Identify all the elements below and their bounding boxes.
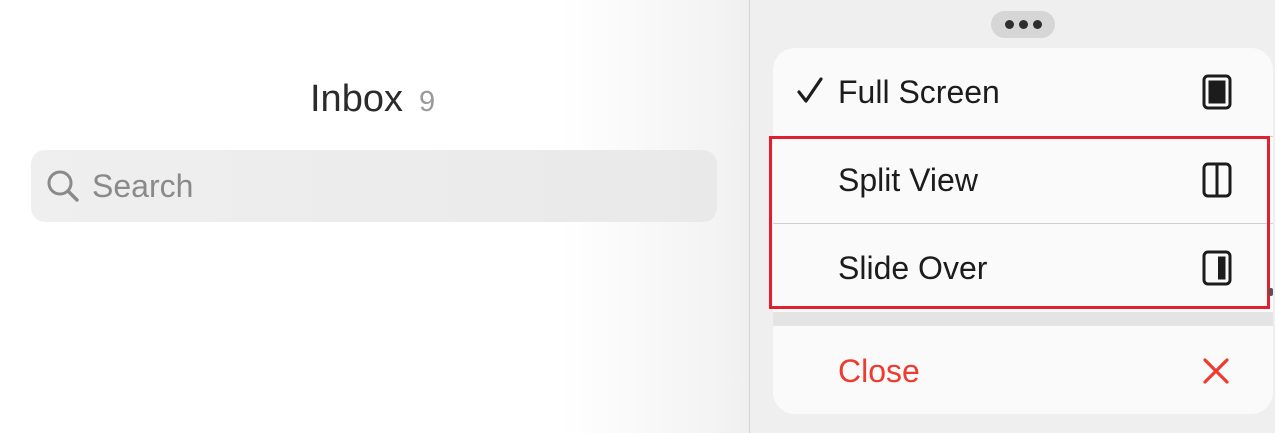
pane-divider [749,0,750,433]
ellipsis-icon[interactable] [991,11,1055,38]
menu-group-gap [773,312,1273,326]
search-icon [47,170,79,202]
search-input[interactable] [92,156,652,216]
page-title: Inbox [310,78,403,120]
ellipsis-dot [1032,20,1042,29]
inbox-header: Inbox 9 [310,78,435,124]
edge-indicator [1269,288,1273,296]
menu-item-label: Full Screen [838,73,1000,110]
full-screen-icon [1202,74,1232,110]
close-icon [1203,358,1229,384]
search-bar[interactable] [31,150,717,222]
unread-count: 9 [418,86,436,118]
checkmark-icon [797,77,823,103]
menu-item-full-screen[interactable]: Full Screen [773,48,1273,136]
highlight-annotation [769,136,1270,309]
ellipsis-dot [1018,20,1028,29]
menu-item-label: Close [838,352,920,389]
menu-item-close[interactable]: Close [773,328,1273,414]
ellipsis-dot [1004,20,1014,29]
